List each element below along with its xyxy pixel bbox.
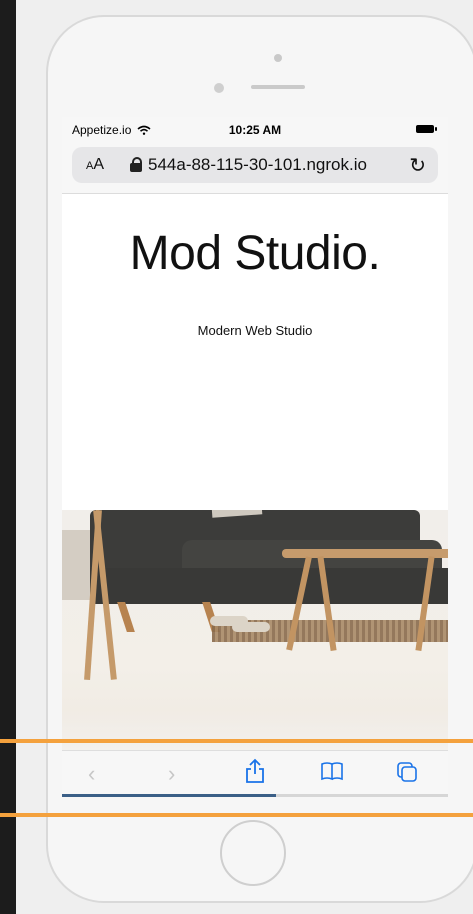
share-icon[interactable] xyxy=(244,758,266,790)
browser-address-area: AA 544a-88-115-30-101.ngrok.io ↻ xyxy=(62,141,448,194)
highlight-line-top xyxy=(0,739,473,743)
hero-image xyxy=(62,510,448,750)
text-size-button[interactable]: AA xyxy=(86,156,104,174)
page-load-progress xyxy=(62,794,448,797)
status-bar: Appetize.io 10:25 AM xyxy=(62,117,448,141)
chevron-left-icon[interactable]: ‹ xyxy=(88,761,95,787)
sofa-seat xyxy=(90,568,448,604)
page-tagline: Modern Web Studio xyxy=(197,323,313,338)
battery-icon xyxy=(416,125,437,133)
phone-screen: Appetize.io 10:25 AM AA 544a-88-115-30-1… xyxy=(62,117,448,797)
front-camera xyxy=(274,54,282,62)
sofa-leg xyxy=(117,602,135,632)
lock-icon xyxy=(130,157,142,172)
address-bar[interactable]: AA 544a-88-115-30-101.ngrok.io ↻ xyxy=(72,147,438,183)
chevron-right-icon[interactable]: › xyxy=(168,761,175,787)
highlight-line-bottom xyxy=(0,813,473,817)
browser-toolbar: ‹ › xyxy=(62,750,448,795)
page-title: Mod Studio. xyxy=(129,227,381,280)
progress-fill xyxy=(62,794,276,797)
status-time: 10:25 AM xyxy=(228,123,282,137)
reload-icon[interactable]: ↻ xyxy=(409,153,426,178)
tabs-icon[interactable] xyxy=(396,761,418,789)
left-panel xyxy=(0,0,16,914)
book-icon[interactable] xyxy=(320,761,344,787)
home-button[interactable] xyxy=(220,820,286,886)
image-fade xyxy=(62,710,448,750)
url-text[interactable]: 544a-88-115-30-101.ngrok.io xyxy=(148,155,367,175)
earpiece-speaker xyxy=(251,85,305,89)
slipper xyxy=(232,622,270,632)
proximity-sensor xyxy=(214,83,224,93)
